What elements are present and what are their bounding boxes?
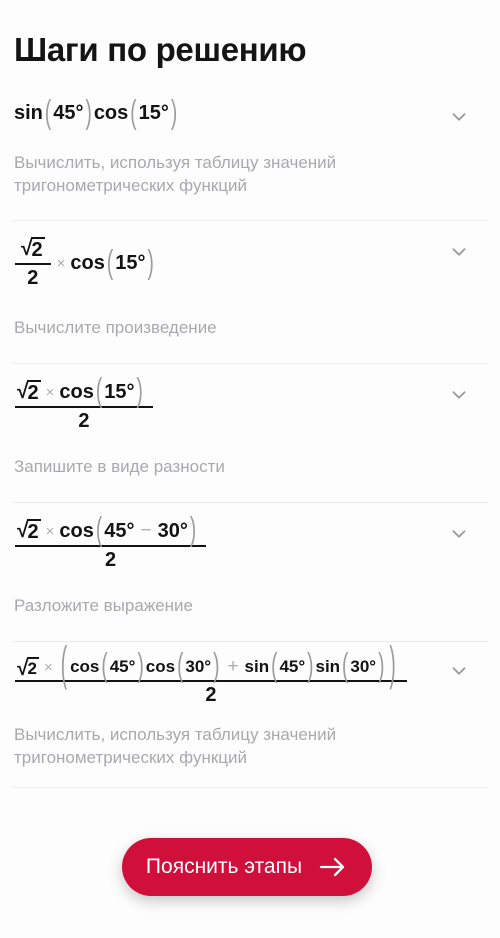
sin-function-label: sin: [14, 102, 43, 125]
angle-value: 45°: [104, 519, 135, 542]
angle-value: 30°: [350, 657, 377, 677]
chevron-down-icon[interactable]: [448, 241, 470, 263]
step-expression-3: √ 2 × cos ( 15° ) 2: [14, 373, 454, 433]
fraction-denominator: 2: [78, 410, 90, 433]
fraction-numerator: √ 2: [15, 237, 51, 263]
right-paren: ): [170, 94, 178, 132]
next-step-peek: [0, 930, 500, 938]
radical-sign: √: [21, 237, 33, 261]
step-description-1: Вычислить, используя таблицу значений тр…: [14, 153, 337, 196]
peek-row: [0, 930, 500, 938]
right-paren: ): [378, 648, 385, 685]
right-paren: ): [307, 648, 314, 685]
step-expression-2: √ 2 2 × cos ( 15° ): [14, 237, 454, 290]
right-paren: ): [136, 373, 143, 410]
angle-value: 45°: [109, 657, 136, 677]
angle-value: 30°: [157, 519, 188, 542]
radical-sign: √: [17, 380, 29, 404]
right-paren: ): [213, 648, 220, 685]
left-paren: (: [342, 648, 349, 685]
arrow-right-icon: [318, 856, 348, 878]
fraction-numerator: √ 2 × cos ( 45° − 30° ): [15, 512, 206, 549]
step-item-3[interactable]: √ 2 × cos ( 15° ) 2 Запишите в виде разн…: [0, 364, 500, 478]
left-paren: (: [271, 648, 278, 685]
cos-function-label: cos: [59, 380, 94, 403]
right-paren: ): [137, 648, 144, 685]
step-divider: [12, 787, 488, 789]
fraction-denominator: 2: [27, 267, 39, 290]
chevron-down-icon[interactable]: [448, 660, 470, 682]
fraction: √ 2 2: [15, 237, 51, 290]
cos-function-label: cos: [59, 519, 94, 542]
minus-sign: −: [140, 520, 152, 542]
plus-sign: +: [227, 656, 239, 678]
multiplication-sign: ×: [56, 255, 66, 273]
fraction-numerator: √ 2 × ( cos ( 45° ) cos ( 30°) + sin (…: [15, 640, 407, 693]
chevron-down-icon[interactable]: [448, 523, 470, 545]
page-title: Шаги по решению: [14, 31, 307, 69]
step-description-5: Вычислить, используя таблицу значений тр…: [14, 725, 337, 768]
fraction: √ 2 × cos ( 45° − 30° ) 2: [15, 512, 207, 572]
radical-sign: √: [17, 519, 29, 543]
explain-steps-label: Пояснить этапы: [145, 855, 303, 878]
step-description-3: Запишите в виде разности: [14, 457, 225, 477]
left-paren: (: [44, 94, 52, 132]
cos-function-label: cos: [70, 657, 100, 677]
step-item-2[interactable]: √ 2 2 × cos ( 15° ) Вычислите произведен…: [0, 221, 500, 339]
solution-steps-screen: Шаги по решению sin ( 45° ) cos ( 15° ) …: [0, 0, 500, 938]
multiplication-sign: ×: [45, 383, 55, 401]
square-root: √ 2: [21, 237, 45, 261]
square-root: √ 2: [17, 380, 41, 404]
step-description-4: Разложите выражение: [14, 596, 193, 616]
left-paren: (: [101, 648, 108, 685]
fraction-numerator: √ 2 × cos ( 15° ): [15, 373, 153, 410]
left-paren: (: [106, 244, 114, 282]
left-paren-outer: (: [60, 639, 68, 693]
angle-value: 45°: [279, 657, 306, 677]
multiplication-sign: ×: [45, 522, 55, 540]
step-expression-1: sin ( 45° ) cos ( 15° ): [14, 95, 454, 132]
radical-sign: √: [17, 656, 29, 680]
chevron-down-icon[interactable]: [448, 384, 470, 406]
left-paren: (: [95, 512, 103, 549]
right-paren: ): [147, 244, 154, 282]
right-paren: ): [85, 94, 92, 132]
cos-function-label: cos: [93, 102, 129, 125]
square-root: √ 2: [17, 656, 39, 680]
cos-function-label: cos: [70, 252, 105, 275]
fraction: √ 2 × ( cos ( 45° ) cos ( 30°) + sin (…: [15, 640, 407, 707]
square-root: √ 2: [17, 519, 41, 543]
step-expression-4: √ 2 × cos ( 45° − 30° ) 2: [14, 512, 454, 572]
step-description-2: Вычислите произведение: [14, 318, 217, 338]
left-paren: (: [95, 373, 103, 410]
steps-list: sin ( 45° ) cos ( 15° ) Вычислить, испол…: [0, 94, 500, 789]
step-expression-5: √ 2 × ( cos ( 45° ) cos ( 30°) + sin (…: [14, 640, 454, 707]
right-paren-outer: ): [389, 639, 396, 693]
step-item-1[interactable]: sin ( 45° ) cos ( 15° ) Вычислить, испол…: [0, 94, 500, 197]
fraction-denominator: 2: [105, 549, 117, 572]
step-item-5[interactable]: √ 2 × ( cos ( 45° ) cos ( 30°) + sin (…: [0, 640, 500, 769]
angle-value: 15°: [104, 380, 135, 403]
angle-value: 15°: [138, 102, 169, 125]
angle-value: 30°: [185, 657, 212, 677]
explain-steps-button[interactable]: Пояснить этапы: [122, 838, 372, 896]
cos-function-label: cos: [145, 657, 176, 677]
angle-value: 15°: [115, 252, 146, 275]
chevron-down-icon[interactable]: [448, 106, 470, 128]
step-item-4[interactable]: √ 2 × cos ( 45° − 30° ) 2 Разложите выра…: [0, 503, 500, 617]
multiplication-sign: ×: [44, 658, 53, 676]
left-paren: (: [130, 94, 137, 132]
angle-value: 45°: [53, 102, 84, 125]
right-paren: ): [189, 512, 197, 549]
sin-function-label: sin: [315, 657, 341, 677]
sin-function-label: sin: [244, 657, 270, 677]
left-paren: (: [177, 648, 184, 685]
fraction: √ 2 × cos ( 15° ) 2: [15, 373, 153, 433]
